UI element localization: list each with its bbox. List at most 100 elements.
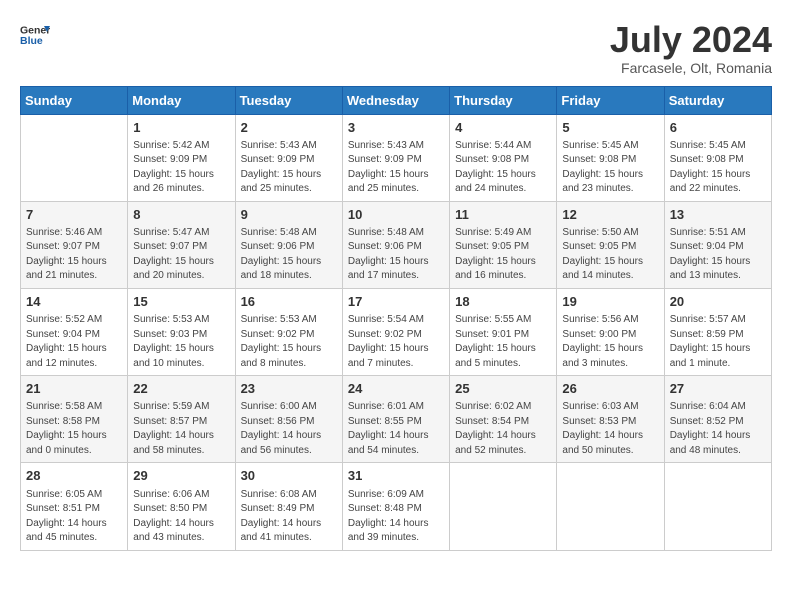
day-number: 9 — [241, 206, 337, 224]
month-year: July 2024 — [610, 20, 772, 60]
day-info: Sunrise: 5:54 AM Sunset: 9:02 PM Dayligh… — [348, 313, 444, 371]
day-info: Sunrise: 5:45 AM Sunset: 9:08 PM Dayligh… — [670, 139, 766, 197]
day-info: Sunrise: 6:00 AM Sunset: 8:56 PM Dayligh… — [241, 400, 337, 458]
calendar-cell: 10Sunrise: 5:48 AM Sunset: 9:06 PM Dayli… — [342, 201, 449, 288]
calendar-cell: 20Sunrise: 5:57 AM Sunset: 8:59 PM Dayli… — [664, 288, 771, 375]
day-number: 16 — [241, 293, 337, 311]
calendar-cell: 18Sunrise: 5:55 AM Sunset: 9:01 PM Dayli… — [450, 288, 557, 375]
day-info: Sunrise: 5:44 AM Sunset: 9:08 PM Dayligh… — [455, 139, 551, 197]
day-info: Sunrise: 5:53 AM Sunset: 9:02 PM Dayligh… — [241, 313, 337, 371]
day-info: Sunrise: 5:42 AM Sunset: 9:09 PM Dayligh… — [133, 139, 229, 197]
calendar-week-row: 21Sunrise: 5:58 AM Sunset: 8:58 PM Dayli… — [21, 376, 772, 463]
day-info: Sunrise: 6:06 AM Sunset: 8:50 PM Dayligh… — [133, 488, 229, 546]
day-number: 18 — [455, 293, 551, 311]
logo-icon: General Blue — [20, 20, 50, 50]
logo: General Blue — [20, 20, 50, 50]
day-number: 11 — [455, 206, 551, 224]
day-number: 27 — [670, 380, 766, 398]
day-number: 2 — [241, 119, 337, 137]
day-info: Sunrise: 5:53 AM Sunset: 9:03 PM Dayligh… — [133, 313, 229, 371]
day-number: 1 — [133, 119, 229, 137]
calendar-cell: 4 Sunrise: 5:44 AM Sunset: 9:08 PM Daylig… — [450, 114, 557, 201]
day-number: 31 — [348, 467, 444, 485]
calendar-cell: 31 Sunrise: 6:09 AM Sunset: 8:48 PM Dayli… — [342, 463, 449, 550]
calendar-cell: 25 Sunrise: 6:02 AM Sunset: 8:54 PM Dayli… — [450, 376, 557, 463]
calendar-cell: 11 Sunrise: 5:49 AM Sunset: 9:05 PM Dayli… — [450, 201, 557, 288]
day-info: Sunrise: 6:02 AM Sunset: 8:54 PM Dayligh… — [455, 400, 551, 458]
calendar-cell — [664, 463, 771, 550]
day-info: Sunrise: 5:48 AM Sunset: 9:06 PM Dayligh… — [348, 226, 444, 284]
calendar-week-row: 14Sunrise: 5:52 AM Sunset: 9:04 PM Dayli… — [21, 288, 772, 375]
calendar-cell: 7Sunrise: 5:46 AM Sunset: 9:07 PM Daylig… — [21, 201, 128, 288]
day-info: Sunrise: 6:09 AM Sunset: 8:48 PM Dayligh… — [348, 488, 444, 546]
day-number: 5 — [562, 119, 658, 137]
day-number: 6 — [670, 119, 766, 137]
day-number: 3 — [348, 119, 444, 137]
day-number: 23 — [241, 380, 337, 398]
calendar-cell: 16 Sunrise: 5:53 AM Sunset: 9:02 PM Dayli… — [235, 288, 342, 375]
calendar-table: SundayMondayTuesdayWednesdayThursdayFrid… — [20, 86, 772, 551]
day-info: Sunrise: 5:45 AM Sunset: 9:08 PM Dayligh… — [562, 139, 658, 197]
calendar-cell: 5 Sunrise: 5:45 AM Sunset: 9:08 PM Daylig… — [557, 114, 664, 201]
calendar-cell — [21, 114, 128, 201]
day-info: Sunrise: 5:56 AM Sunset: 9:00 PM Dayligh… — [562, 313, 658, 371]
day-info: Sunrise: 5:51 AM Sunset: 9:04 PM Dayligh… — [670, 226, 766, 284]
day-info: Sunrise: 5:49 AM Sunset: 9:05 PM Dayligh… — [455, 226, 551, 284]
calendar-cell — [557, 463, 664, 550]
day-number: 8 — [133, 206, 229, 224]
day-number: 19 — [562, 293, 658, 311]
calendar-cell: 22 Sunrise: 5:59 AM Sunset: 8:57 PM Dayli… — [128, 376, 235, 463]
calendar-cell: 13 Sunrise: 5:51 AM Sunset: 9:04 PM Dayli… — [664, 201, 771, 288]
day-number: 28 — [26, 467, 122, 485]
day-info: Sunrise: 5:48 AM Sunset: 9:06 PM Dayligh… — [241, 226, 337, 284]
day-info: Sunrise: 5:59 AM Sunset: 8:57 PM Dayligh… — [133, 400, 229, 458]
calendar-cell: 6 Sunrise: 5:45 AM Sunset: 9:08 PM Daylig… — [664, 114, 771, 201]
calendar-cell: 14Sunrise: 5:52 AM Sunset: 9:04 PM Dayli… — [21, 288, 128, 375]
col-header-friday: Friday — [557, 86, 664, 114]
calendar-cell: 2 Sunrise: 5:43 AM Sunset: 9:09 PM Daylig… — [235, 114, 342, 201]
col-header-thursday: Thursday — [450, 86, 557, 114]
day-number: 29 — [133, 467, 229, 485]
calendar-cell: 27 Sunrise: 6:04 AM Sunset: 8:52 PM Dayli… — [664, 376, 771, 463]
col-header-tuesday: Tuesday — [235, 86, 342, 114]
day-number: 13 — [670, 206, 766, 224]
day-info: Sunrise: 5:47 AM Sunset: 9:07 PM Dayligh… — [133, 226, 229, 284]
calendar-cell: 28 Sunrise: 6:05 AM Sunset: 8:51 PM Dayli… — [21, 463, 128, 550]
day-info: Sunrise: 6:04 AM Sunset: 8:52 PM Dayligh… — [670, 400, 766, 458]
day-number: 25 — [455, 380, 551, 398]
col-header-wednesday: Wednesday — [342, 86, 449, 114]
day-info: Sunrise: 5:57 AM Sunset: 8:59 PM Dayligh… — [670, 313, 766, 371]
page-header: General Blue July 2024 Farcasele, Olt, R… — [20, 20, 772, 76]
day-info: Sunrise: 5:58 AM Sunset: 8:58 PM Dayligh… — [26, 400, 122, 458]
calendar-cell — [450, 463, 557, 550]
day-number: 17 — [348, 293, 444, 311]
calendar-cell: 29 Sunrise: 6:06 AM Sunset: 8:50 PM Dayli… — [128, 463, 235, 550]
calendar-header-row: SundayMondayTuesdayWednesdayThursdayFrid… — [21, 86, 772, 114]
calendar-cell: 12Sunrise: 5:50 AM Sunset: 9:05 PM Dayli… — [557, 201, 664, 288]
calendar-cell: 9 Sunrise: 5:48 AM Sunset: 9:06 PM Daylig… — [235, 201, 342, 288]
day-number: 4 — [455, 119, 551, 137]
calendar-cell: 30Sunrise: 6:08 AM Sunset: 8:49 PM Dayli… — [235, 463, 342, 550]
col-header-monday: Monday — [128, 86, 235, 114]
day-number: 26 — [562, 380, 658, 398]
calendar-cell: 26 Sunrise: 6:03 AM Sunset: 8:53 PM Dayli… — [557, 376, 664, 463]
day-info: Sunrise: 6:05 AM Sunset: 8:51 PM Dayligh… — [26, 488, 122, 546]
day-number: 30 — [241, 467, 337, 485]
day-info: Sunrise: 5:46 AM Sunset: 9:07 PM Dayligh… — [26, 226, 122, 284]
day-number: 22 — [133, 380, 229, 398]
calendar-cell: 17 Sunrise: 5:54 AM Sunset: 9:02 PM Dayli… — [342, 288, 449, 375]
calendar-cell: 23 Sunrise: 6:00 AM Sunset: 8:56 PM Dayli… — [235, 376, 342, 463]
day-number: 12 — [562, 206, 658, 224]
day-info: Sunrise: 5:43 AM Sunset: 9:09 PM Dayligh… — [241, 139, 337, 197]
day-info: Sunrise: 5:43 AM Sunset: 9:09 PM Dayligh… — [348, 139, 444, 197]
calendar-cell: 15Sunrise: 5:53 AM Sunset: 9:03 PM Dayli… — [128, 288, 235, 375]
day-info: Sunrise: 6:03 AM Sunset: 8:53 PM Dayligh… — [562, 400, 658, 458]
calendar-cell: 19 Sunrise: 5:56 AM Sunset: 9:00 PM Dayli… — [557, 288, 664, 375]
title-block: July 2024 Farcasele, Olt, Romania — [610, 20, 772, 76]
calendar-cell: 24Sunrise: 6:01 AM Sunset: 8:55 PM Dayli… — [342, 376, 449, 463]
location: Farcasele, Olt, Romania — [610, 60, 772, 76]
calendar-week-row: 28 Sunrise: 6:05 AM Sunset: 8:51 PM Dayli… — [21, 463, 772, 550]
day-info: Sunrise: 6:01 AM Sunset: 8:55 PM Dayligh… — [348, 400, 444, 458]
calendar-week-row: 1 Sunrise: 5:42 AM Sunset: 9:09 PM Daylig… — [21, 114, 772, 201]
col-header-saturday: Saturday — [664, 86, 771, 114]
